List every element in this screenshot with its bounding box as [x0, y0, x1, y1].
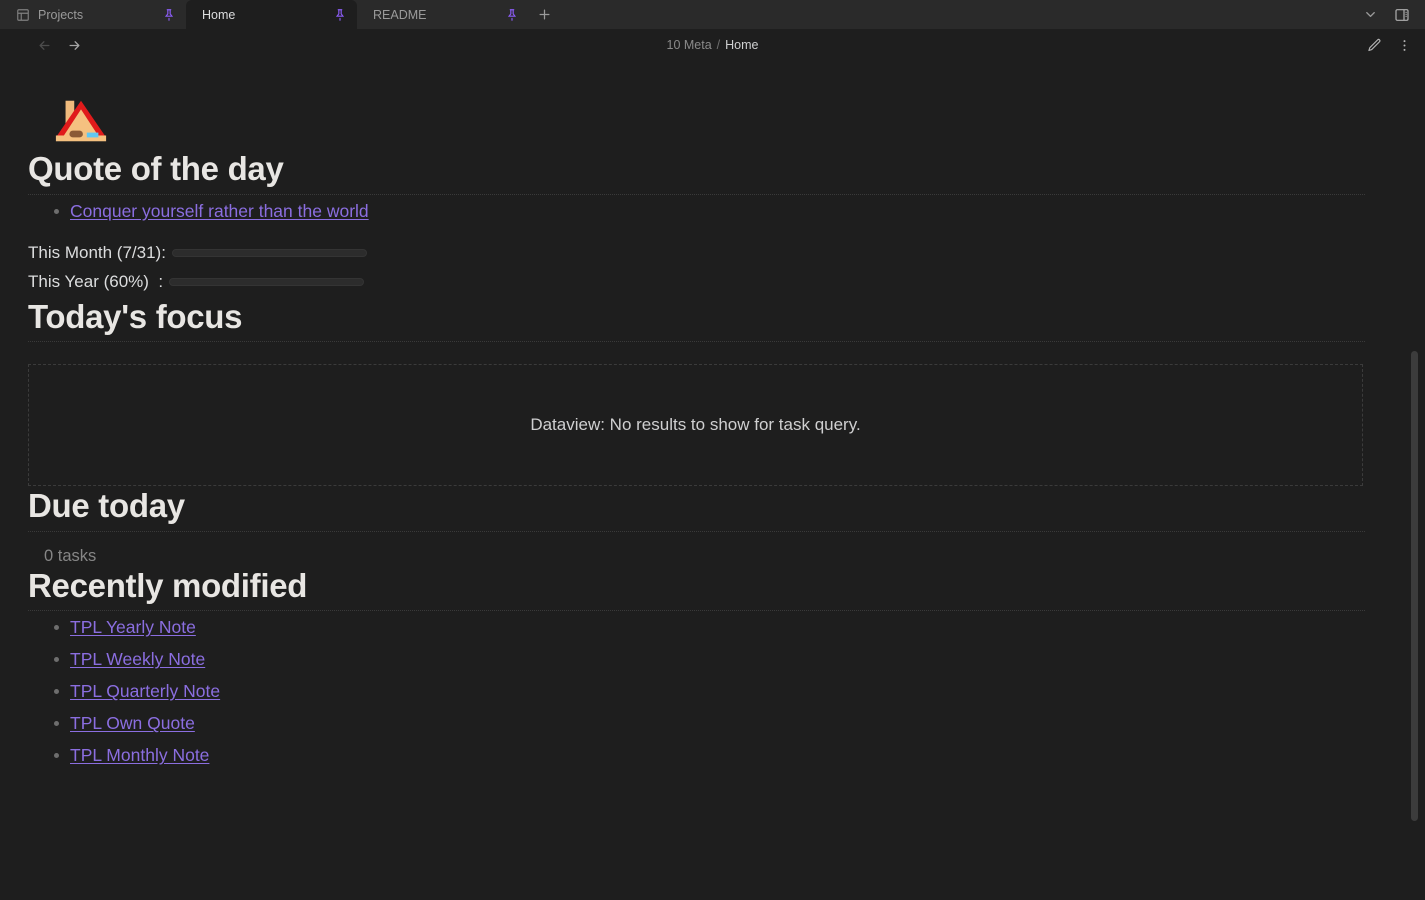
heading-quote-of-the-day: Quote of the day: [28, 149, 1365, 195]
tab-label: Projects: [38, 7, 84, 22]
markdown-preview: Quote of the day Conquer yourself rather…: [0, 61, 1395, 771]
progress-label: This Month (7/31):: [28, 243, 166, 263]
right-sidebar-toggle-icon: [1395, 8, 1409, 21]
navigation-arrows: [34, 35, 84, 55]
list-item: TPL Yearly Note: [28, 611, 1365, 643]
list-item: TPL Weekly Note: [28, 643, 1365, 675]
recent-note-link[interactable]: TPL Weekly Note: [70, 649, 205, 669]
more-vertical-icon: [1403, 39, 1405, 51]
dataview-empty-box: Dataview: No results to show for task qu…: [28, 364, 1363, 487]
plus-icon: [539, 9, 549, 20]
dataview-empty-message: Dataview: No results to show for task qu…: [530, 415, 861, 435]
recently-modified-list: TPL Yearly Note TPL Weekly Note TPL Quar…: [28, 611, 1365, 771]
due-today-count: 0 tasks: [44, 546, 97, 565]
recent-note-link[interactable]: TPL Quarterly Note: [70, 681, 220, 701]
tab-list-button[interactable]: [1357, 3, 1383, 27]
scrollbar-track[interactable]: [1410, 61, 1420, 900]
recent-note-link[interactable]: TPL Own Quote: [70, 713, 195, 733]
note-content: Quote of the day Conquer yourself rather…: [0, 61, 1425, 900]
breadcrumb-current[interactable]: Home: [725, 38, 758, 52]
heading-recently-modified: Recently modified: [28, 566, 1365, 612]
view-header-actions: [1363, 34, 1415, 56]
heading-todays-focus: Today's focus: [28, 297, 1365, 343]
arrow-right-icon: [69, 40, 79, 50]
more-options-button[interactable]: [1393, 34, 1415, 56]
recent-note-link[interactable]: TPL Monthly Note: [70, 745, 209, 765]
progress-bar-month: [171, 249, 367, 258]
breadcrumb-parent[interactable]: 10 Meta: [667, 38, 712, 52]
breadcrumb-separator: /: [716, 38, 721, 52]
progress-bar-year: [169, 278, 365, 287]
quote-link[interactable]: Conquer yourself rather than the world: [70, 201, 369, 221]
scrollbar-thumb[interactable]: [1411, 351, 1418, 821]
list-item: TPL Quarterly Note: [28, 675, 1365, 707]
progress-label: This Year (60%) :: [28, 272, 164, 292]
progress-block: This Month (7/31): This Year (60%) :: [28, 239, 1365, 297]
recent-note-link[interactable]: TPL Yearly Note: [70, 617, 196, 637]
forward-button[interactable]: [64, 35, 84, 55]
progress-row-month: This Month (7/31):: [28, 239, 1365, 268]
pin-icon[interactable]: [505, 8, 519, 22]
progress-row-year: This Year (60%) :: [28, 268, 1365, 297]
tab-readme[interactable]: README: [357, 0, 529, 29]
chevron-down-icon: [1365, 12, 1375, 17]
tab-bar: Projects Home README: [0, 0, 1425, 29]
tab-bar-actions: [1357, 0, 1425, 29]
tab-home[interactable]: Home: [186, 0, 357, 29]
pencil-icon: [1367, 38, 1380, 51]
tab-label: README: [373, 7, 427, 22]
view-header: 10 Meta / Home: [0, 29, 1425, 61]
breadcrumb: 10 Meta / Home: [0, 38, 1425, 52]
layout-grid-icon: [16, 8, 30, 22]
heading-due-today: Due today: [28, 486, 1365, 532]
new-tab-button[interactable]: [529, 0, 559, 29]
arrow-left-icon: [39, 40, 49, 50]
right-sidebar-toggle-button[interactable]: [1389, 3, 1415, 27]
edit-mode-button[interactable]: [1363, 34, 1385, 56]
back-button[interactable]: [34, 35, 54, 55]
list-item: Conquer yourself rather than the world: [28, 195, 1365, 227]
house-emoji: [50, 93, 112, 149]
tab-projects[interactable]: Projects: [0, 0, 186, 29]
list-item: TPL Monthly Note: [28, 739, 1365, 771]
pin-icon[interactable]: [162, 8, 176, 22]
pin-icon[interactable]: [333, 8, 347, 22]
list-item: TPL Own Quote: [28, 707, 1365, 739]
tab-label: Home: [202, 7, 236, 22]
quote-list: Conquer yourself rather than the world: [28, 195, 1365, 227]
